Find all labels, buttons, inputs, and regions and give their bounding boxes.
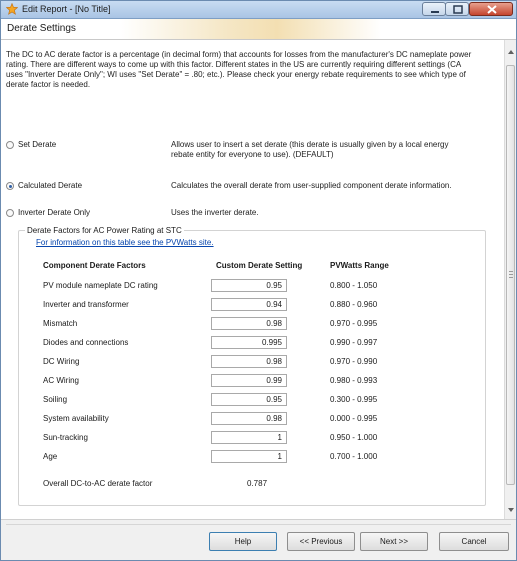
set-derate-description: Allows user to insert a set derate (this… — [171, 140, 449, 159]
scroll-thumb[interactable] — [506, 65, 515, 485]
range-soiling: 0.300 - 0.995 — [330, 395, 378, 404]
input-inverter[interactable] — [211, 298, 287, 311]
range-dc-wiring: 0.970 - 0.990 — [330, 357, 378, 366]
input-diodes[interactable] — [211, 336, 287, 349]
overall-derate-value: 0.787 — [247, 479, 268, 488]
row-label-age: Age — [43, 452, 58, 461]
input-system-availability[interactable] — [211, 412, 287, 425]
input-mismatch[interactable] — [211, 317, 287, 330]
pvwatts-info-link[interactable]: For information on this table see the PV… — [36, 238, 214, 247]
help-button[interactable]: Help — [209, 532, 277, 551]
settings-panel: The DC to AC derate factor is a percenta… — [1, 40, 504, 519]
range-system-availability: 0.000 - 0.995 — [330, 414, 378, 423]
edit-report-window: Edit Report - [No Title] Derate Settings… — [0, 0, 517, 561]
range-sun-tracking: 0.950 - 1.000 — [330, 433, 378, 442]
vertical-scrollbar[interactable] — [504, 40, 516, 519]
column-header-component: Component Derate Factors — [43, 261, 146, 270]
radio-calculated-derate[interactable]: Calculated Derate — [6, 181, 82, 190]
divider — [6, 524, 511, 525]
minimize-button[interactable] — [422, 2, 446, 16]
intro-text: The DC to AC derate factor is a percenta… — [6, 50, 472, 89]
radio-set-derate[interactable]: Set Derate — [6, 140, 56, 149]
row-label-diodes: Diodes and connections — [43, 338, 129, 347]
derate-factors-group: Derate Factors for AC Power Rating at ST… — [18, 226, 486, 506]
input-soiling[interactable] — [211, 393, 287, 406]
row-label-pv-module: PV module nameplate DC rating — [43, 281, 158, 290]
close-icon — [487, 5, 497, 14]
range-diodes: 0.990 - 0.997 — [330, 338, 378, 347]
header-decoration — [121, 19, 381, 39]
grip-line — [509, 277, 513, 278]
calculated-derate-description: Calculates the overall derate from user-… — [171, 181, 452, 190]
input-age[interactable] — [211, 450, 287, 463]
group-legend: Derate Factors for AC Power Rating at ST… — [25, 226, 184, 235]
column-header-pvwatts-range: PVWatts Range — [330, 261, 389, 270]
scroll-down-arrow-icon[interactable] — [507, 506, 515, 514]
close-button[interactable] — [469, 2, 513, 16]
input-ac-wiring[interactable] — [211, 374, 287, 387]
range-age: 0.700 - 1.000 — [330, 452, 378, 461]
window-title: Edit Report - [No Title] — [22, 4, 111, 14]
range-inverter: 0.880 - 0.960 — [330, 300, 378, 309]
input-sun-tracking[interactable] — [211, 431, 287, 444]
input-dc-wiring[interactable] — [211, 355, 287, 368]
radio-button[interactable] — [6, 141, 14, 149]
radio-label: Inverter Derate Only — [18, 208, 91, 217]
radio-label: Set Derate — [18, 140, 57, 149]
star-app-icon — [5, 2, 19, 15]
range-pv-module: 0.800 - 1.050 — [330, 281, 378, 290]
next-button[interactable]: Next >> — [360, 532, 428, 551]
button-bar: Help << Previous Next >> Cancel — [1, 519, 516, 560]
row-label-sun-tracking: Sun-tracking — [43, 433, 88, 442]
radio-button-selected[interactable] — [6, 182, 14, 190]
column-header-custom-setting: Custom Derate Setting — [216, 261, 303, 270]
row-label-mismatch: Mismatch — [43, 319, 78, 328]
section-title: Derate Settings — [7, 23, 76, 34]
row-label-inverter: Inverter and transformer — [43, 300, 129, 309]
section-header: Derate Settings — [1, 19, 516, 40]
previous-button[interactable]: << Previous — [287, 532, 355, 551]
grip-line — [509, 274, 513, 275]
range-ac-wiring: 0.980 - 0.993 — [330, 376, 378, 385]
radio-label: Calculated Derate — [18, 181, 83, 190]
radio-button[interactable] — [6, 209, 14, 217]
range-mismatch: 0.970 - 0.995 — [330, 319, 378, 328]
title-bar[interactable]: Edit Report - [No Title] — [1, 1, 516, 19]
maximize-icon — [453, 5, 463, 14]
overall-derate-label: Overall DC-to-AC derate factor — [43, 479, 153, 488]
row-label-ac-wiring: AC Wiring — [43, 376, 80, 385]
minimize-icon — [431, 11, 439, 13]
row-label-system-availability: System availability — [43, 414, 109, 423]
scroll-up-arrow-icon[interactable] — [507, 48, 515, 56]
radio-inverter-derate-only[interactable]: Inverter Derate Only — [6, 208, 90, 217]
row-label-dc-wiring: DC Wiring — [43, 357, 80, 366]
row-label-soiling: Soiling — [43, 395, 68, 404]
input-pv-module[interactable] — [211, 279, 287, 292]
cancel-button[interactable]: Cancel — [439, 532, 509, 551]
maximize-button[interactable] — [445, 2, 469, 16]
grip-line — [509, 271, 513, 272]
inverter-derate-description: Uses the inverter derate. — [171, 208, 259, 217]
